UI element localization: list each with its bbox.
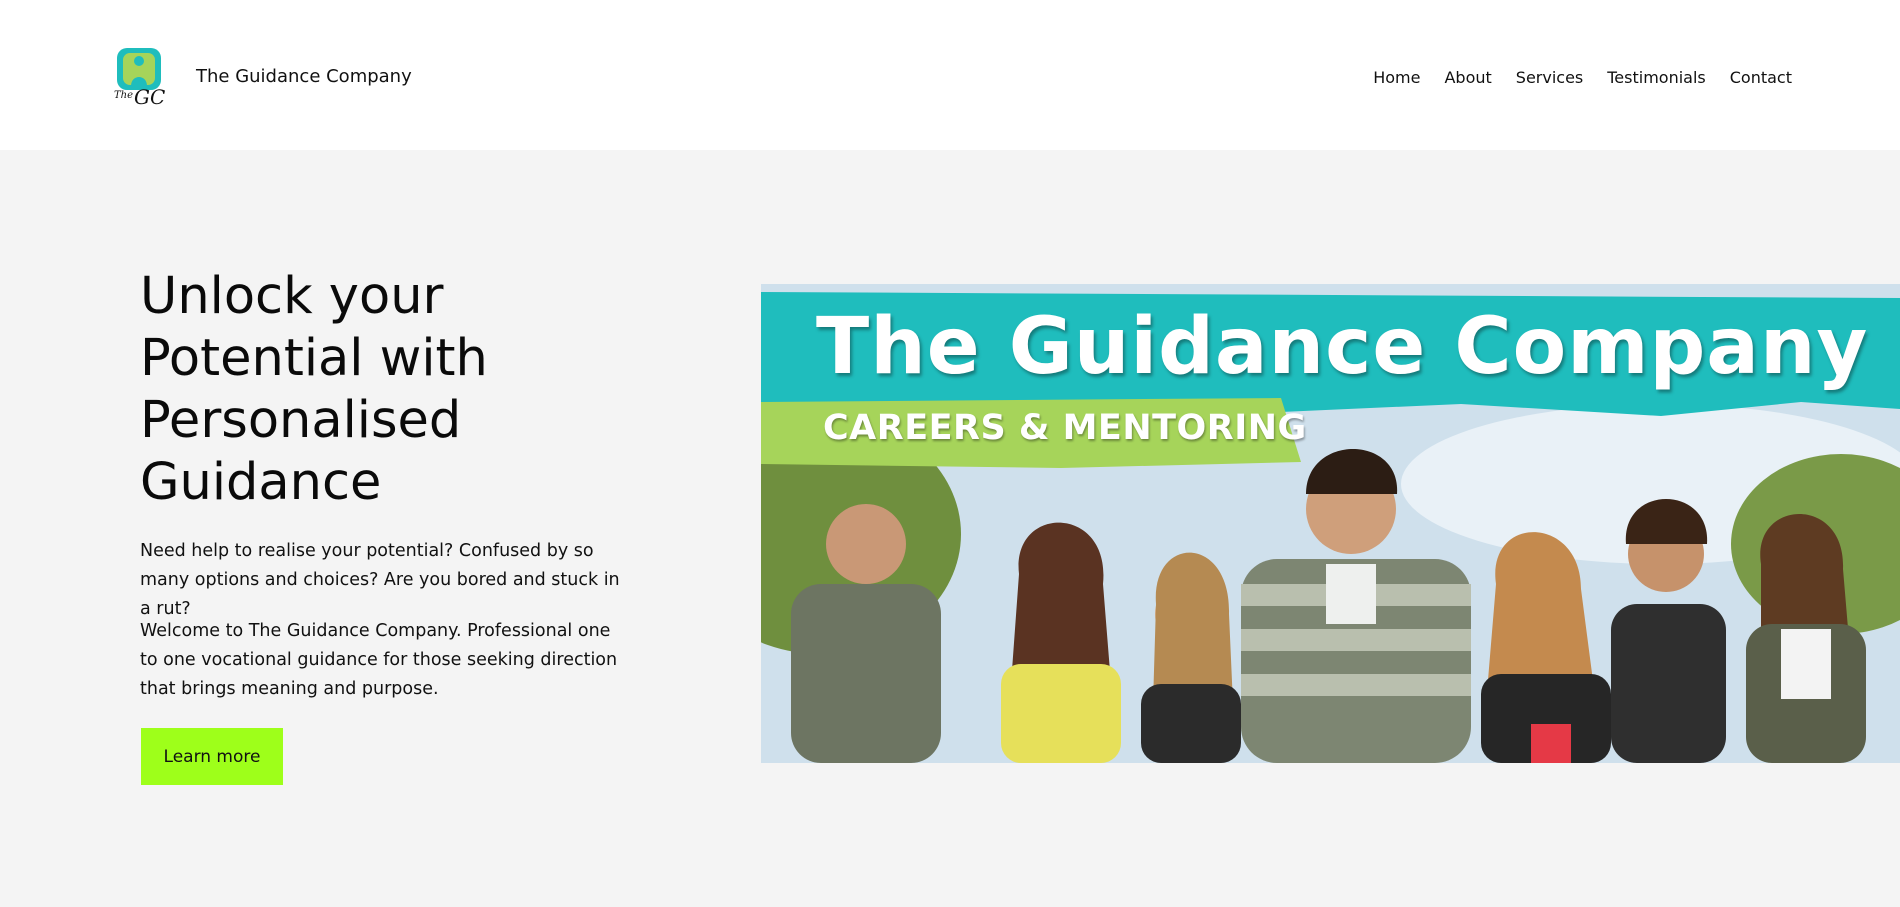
nav-services[interactable]: Services: [1516, 68, 1583, 87]
company-logo[interactable]: The GC: [114, 46, 170, 109]
site-header: The GC The Guidance Company Home About S…: [0, 0, 1900, 150]
hero-paragraph-intro: Need help to realise your potential? Con…: [140, 541, 620, 619]
banner-title: The Guidance Company: [816, 302, 1869, 392]
nav-home[interactable]: Home: [1373, 68, 1420, 87]
svg-text:GC: GC: [134, 85, 165, 108]
hero-paragraph-welcome: Welcome to The Guidance Company. Profess…: [140, 621, 618, 699]
hero-headline: Unlock your Potential with Personalised …: [140, 267, 488, 512]
nav-about[interactable]: About: [1444, 68, 1491, 87]
hero-banner-image: The Guidance Company CAREERS & MENTORING: [761, 284, 1900, 763]
hero-section: Unlock your Potential with Personalised …: [0, 150, 1900, 907]
nav-contact[interactable]: Contact: [1730, 68, 1792, 87]
nav-testimonials[interactable]: Testimonials: [1607, 68, 1706, 87]
banner-subtitle: CAREERS & MENTORING: [823, 408, 1307, 448]
brand-name[interactable]: The Guidance Company: [196, 66, 412, 87]
main-nav: Home About Services Testimonials Contact: [1373, 68, 1792, 87]
svg-text:The: The: [114, 90, 133, 101]
learn-more-button[interactable]: Learn more: [141, 728, 283, 785]
